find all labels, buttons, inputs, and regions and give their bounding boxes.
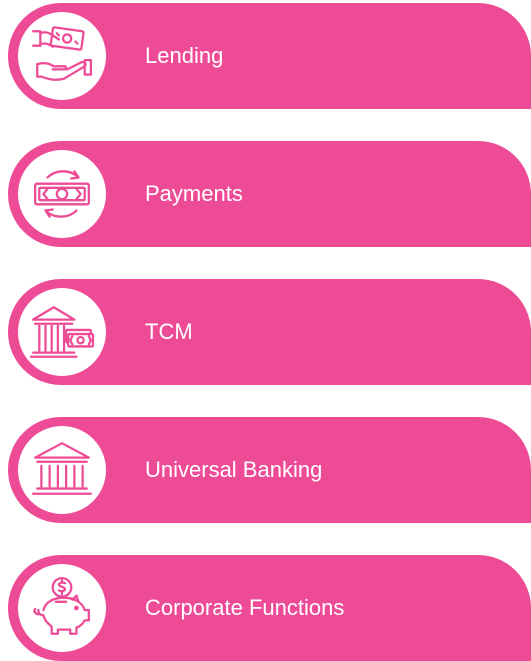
menu-item-label: Universal Banking bbox=[145, 457, 323, 482]
menu-item-label: Corporate Functions bbox=[145, 595, 345, 620]
hand-money-icon bbox=[31, 26, 93, 81]
icon-circle bbox=[18, 426, 106, 514]
menu-item-label: Lending bbox=[145, 43, 224, 68]
menu-item-label: TCM bbox=[145, 319, 193, 344]
bank-icon bbox=[31, 442, 93, 495]
bank-money-icon bbox=[29, 306, 95, 358]
menu-item-payments[interactable]: Payments bbox=[8, 141, 531, 247]
menu-item-lending[interactable]: Lending bbox=[8, 3, 531, 109]
icon-circle bbox=[18, 288, 106, 376]
menu-item-universal-banking[interactable]: Universal Banking bbox=[8, 417, 531, 523]
menu-item-label: Payments bbox=[145, 181, 243, 206]
money-exchange-icon bbox=[34, 170, 90, 218]
menu-item-corporate-functions[interactable]: Corporate Functions bbox=[8, 555, 531, 661]
menu-item-tcm[interactable]: TCM bbox=[8, 279, 531, 385]
piggy-bank-icon bbox=[33, 576, 90, 635]
icon-circle bbox=[18, 12, 106, 100]
icon-circle bbox=[18, 150, 106, 238]
icon-circle bbox=[18, 564, 106, 652]
